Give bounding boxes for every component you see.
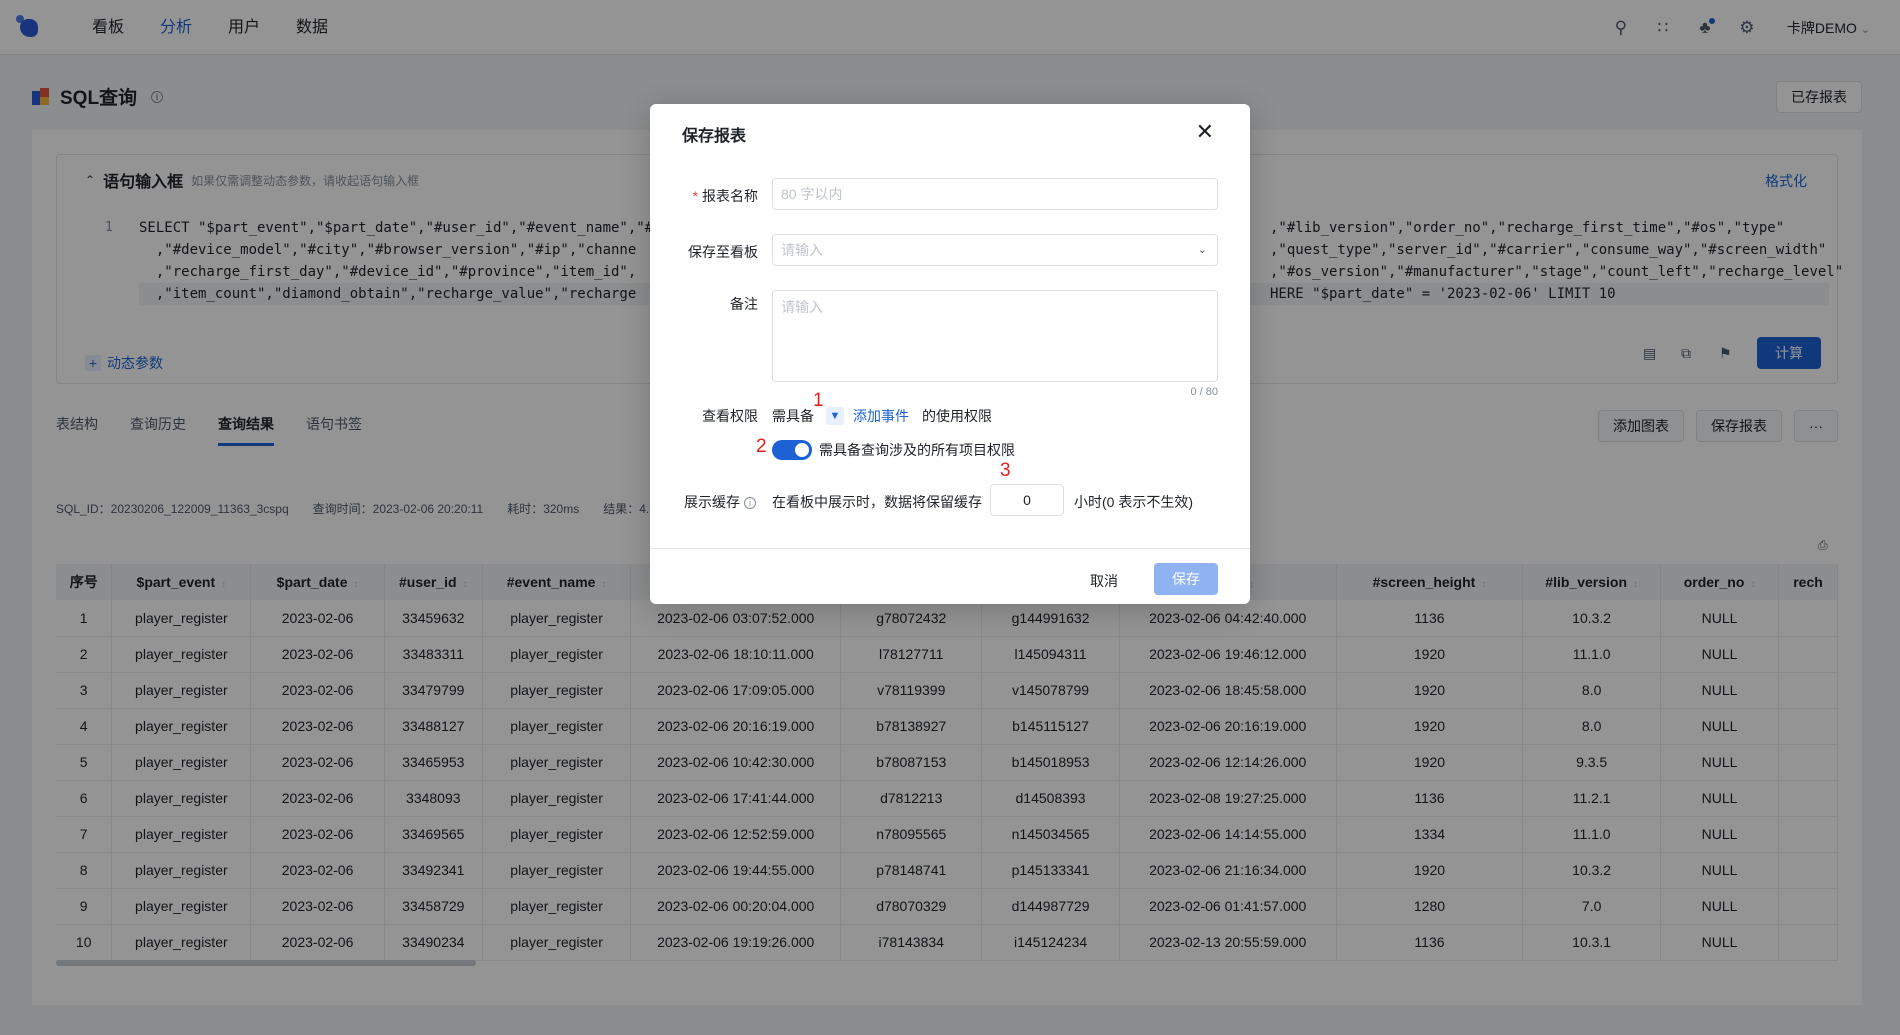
permission-prefix: 需具备 [772, 408, 814, 424]
board-label: 保存至看板 [688, 244, 758, 260]
save-report-dialog: 保存报表 ✕ * 报表名称 80 字以内 保存至看板 请输入 ⌄ 备注 请输入 0 … [650, 104, 1250, 604]
annotation-2: 2 [756, 436, 767, 457]
dialog-footer: 取消 保存 [650, 548, 1250, 604]
board-select[interactable]: 请输入 ⌄ [772, 234, 1218, 266]
note-textarea[interactable]: 请输入 [772, 290, 1218, 382]
note-label: 备注 [730, 296, 758, 312]
close-icon[interactable]: ✕ [1196, 120, 1214, 144]
note-char-count: 0 / 80 [1190, 386, 1218, 398]
permission-toggle[interactable] [772, 440, 812, 460]
add-event-link[interactable]: 添加事件 [853, 406, 909, 426]
cache-hours-input[interactable]: 0 [990, 484, 1064, 516]
permission-toggle-label: 需具备查询涉及的所有项目权限 [819, 442, 1015, 458]
funnel-icon[interactable]: ▼ [826, 407, 844, 425]
cancel-button[interactable]: 取消 [1078, 565, 1130, 597]
annotation-1: 1 [813, 390, 824, 411]
permission-suffix: 的使用权限 [922, 408, 992, 424]
dialog-title: 保存报表 [682, 128, 747, 145]
cache-suffix: 小时(0 表示不生效) [1074, 494, 1193, 510]
save-button[interactable]: 保存 [1154, 563, 1218, 595]
report-name-input[interactable]: 80 字以内 [772, 178, 1218, 210]
report-name-label: * 报表名称 [692, 188, 758, 204]
board-select-placeholder: 请输入 [781, 242, 823, 258]
permission-label: 查看权限 [702, 408, 758, 424]
annotation-3: 3 [1000, 460, 1011, 481]
chevron-down-icon: ⌄ [1197, 244, 1207, 256]
cache-label: 展示缓存 i [684, 492, 756, 512]
info-icon[interactable]: i [744, 497, 756, 509]
cache-prefix: 在看板中展示时，数据将保留缓存 [772, 494, 982, 510]
